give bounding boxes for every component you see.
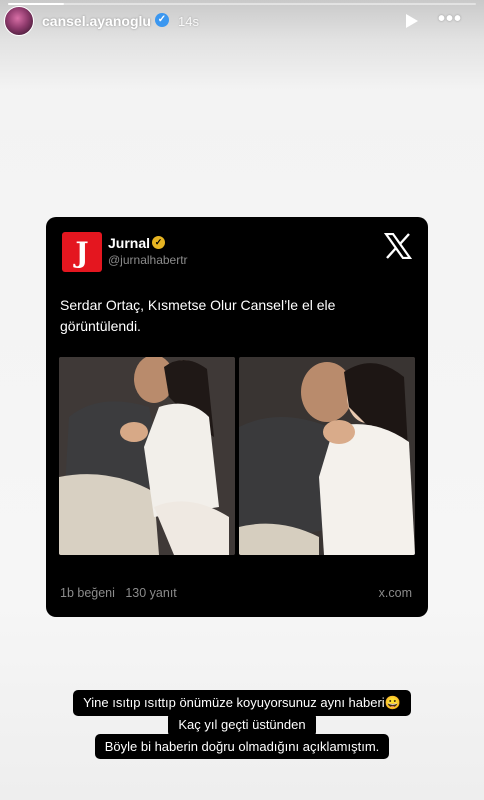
replies-count: 130 yanıt: [125, 586, 177, 600]
tweet-photo-1: [59, 357, 235, 555]
caption-line-3: Böyle bi haberin doğru olmadığını açıkla…: [94, 734, 390, 759]
story-caption: Yine ısıtıp ısıttıp önümüze koyuyorsunuz…: [0, 690, 484, 759]
photo-1-illustration: [59, 357, 235, 555]
tweet-source-site[interactable]: x.com: [379, 586, 412, 600]
tweet-text: Serdar Ortaç, Kısmetse Olur Cansel’le el…: [60, 297, 336, 334]
gold-verified-icon: ✓: [152, 236, 165, 249]
tweet-photo-2: [239, 357, 415, 555]
tweet-card: J Jurnal ✓ @jurnalhabertr Serdar Ortaç, …: [46, 217, 428, 617]
avatar[interactable]: [4, 6, 34, 36]
x-logo-icon: [384, 233, 412, 259]
jurnal-logo: J: [62, 232, 102, 272]
verified-badge-icon: ✓: [155, 13, 169, 27]
likes-count: 1b beğeni: [60, 586, 115, 600]
photo-2-illustration: [239, 357, 415, 555]
tweet-account-name: Jurnal: [108, 235, 151, 251]
play-icon[interactable]: [402, 12, 420, 30]
username[interactable]: cansel.ayanoglu: [42, 13, 151, 29]
story-header: cansel.ayanoglu ✓ 14s •••: [0, 4, 484, 38]
tweet-stats: 1b beğeni 130 yanıt: [60, 586, 177, 600]
story-timestamp: 14s: [178, 14, 199, 29]
tweet-handle: @jurnalhabertr: [108, 253, 188, 267]
more-options-icon[interactable]: •••: [438, 9, 466, 30]
logo-letter: J: [75, 236, 89, 269]
